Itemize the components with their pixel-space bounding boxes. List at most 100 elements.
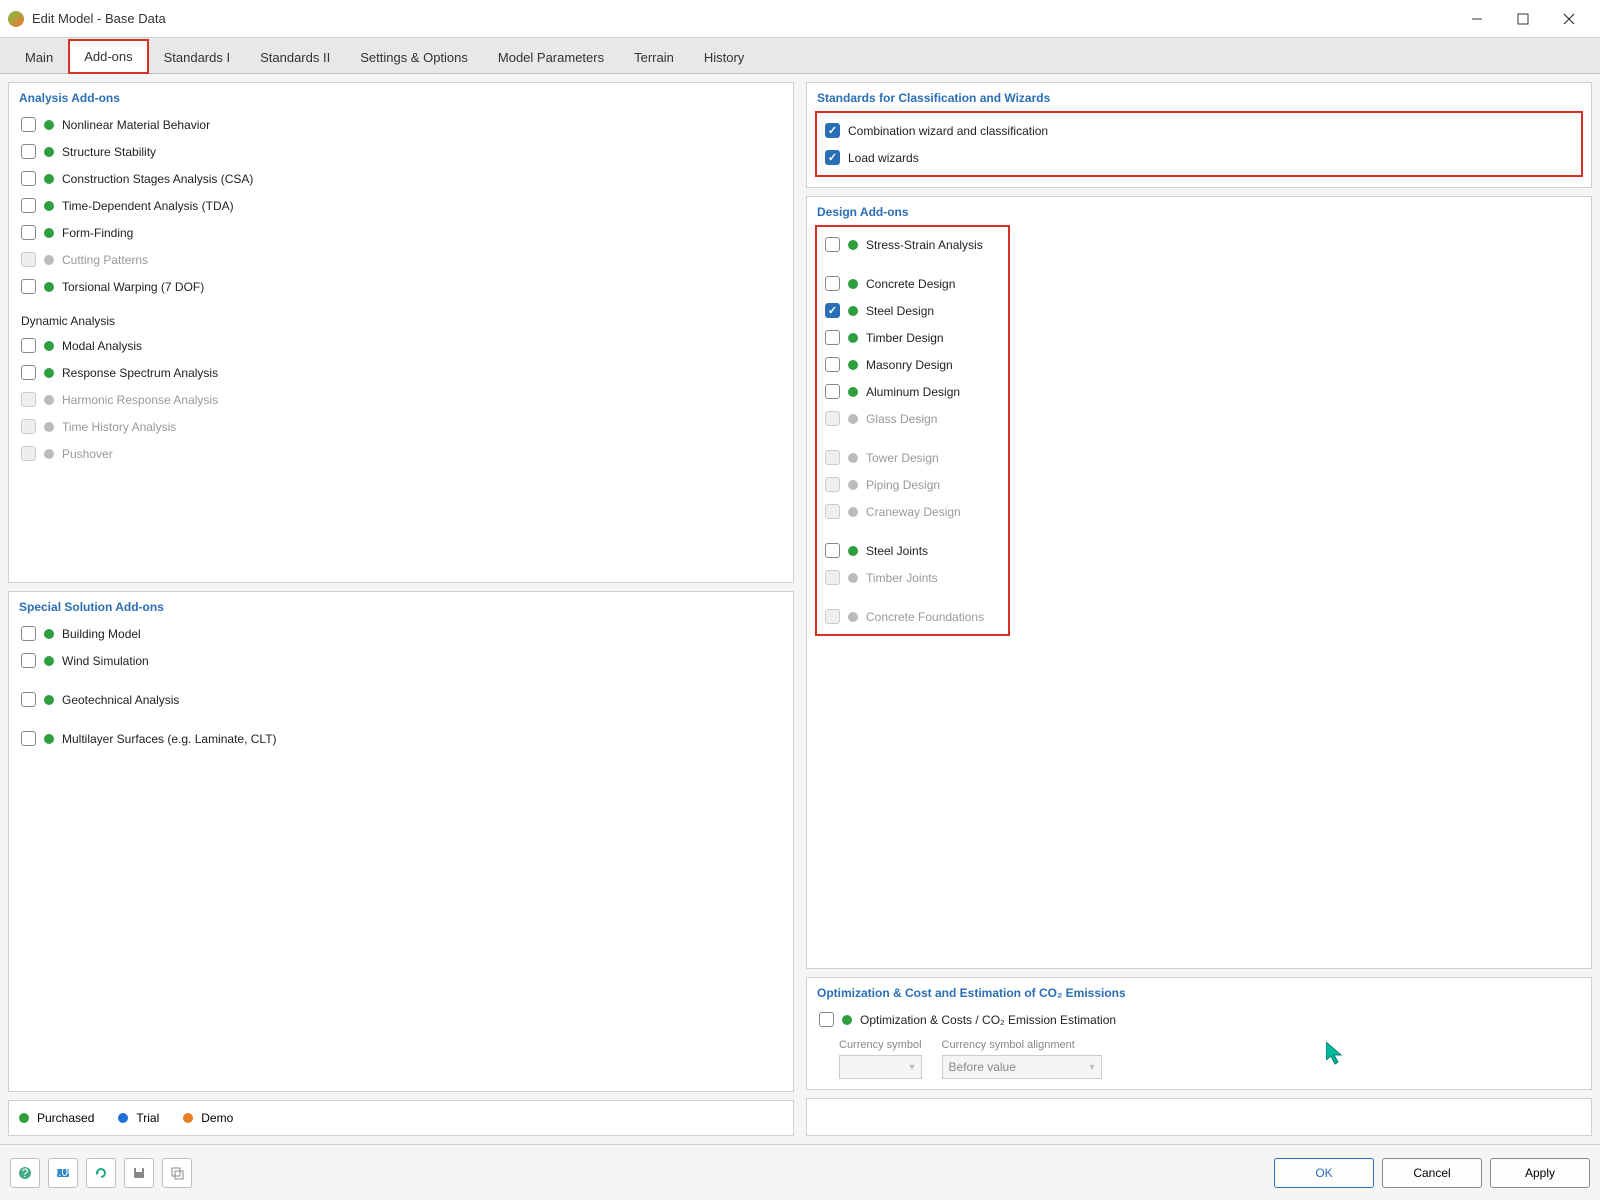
ok-button[interactable]: OK (1274, 1158, 1374, 1188)
label-timber: Timber Design (866, 331, 944, 345)
chk-cutting (21, 252, 36, 267)
tab-main[interactable]: Main (10, 41, 68, 73)
status-dot (848, 480, 858, 490)
titlebar: Edit Model - Base Data (0, 0, 1600, 38)
currency-select[interactable]: ▾ (839, 1055, 922, 1079)
close-button[interactable] (1546, 4, 1592, 34)
status-dot (848, 279, 858, 289)
chk-concrete[interactable] (825, 276, 840, 291)
status-dot (842, 1015, 852, 1025)
label-concrete: Concrete Design (866, 277, 955, 291)
refresh-icon[interactable] (86, 1158, 116, 1188)
chk-modal[interactable] (21, 338, 36, 353)
svg-text:?: ? (22, 1166, 29, 1180)
label-aluminum: Aluminum Design (866, 385, 960, 399)
label-foundations: Concrete Foundations (866, 610, 984, 624)
label-stress: Stress-Strain Analysis (866, 238, 983, 252)
chk-load-wizards[interactable] (825, 150, 840, 165)
panel-analysis-addons: Analysis Add-ons Nonlinear Material Beha… (8, 82, 794, 583)
label-tda: Time-Dependent Analysis (TDA) (62, 199, 234, 213)
label-csa: Construction Stages Analysis (CSA) (62, 172, 253, 186)
chk-tda[interactable] (21, 198, 36, 213)
label-torsional: Torsional Warping (7 DOF) (62, 280, 204, 294)
chk-multilayer[interactable] (21, 731, 36, 746)
legend-purchased: Purchased (37, 1111, 94, 1125)
status-dot (44, 449, 54, 459)
panel-special-solution: Special Solution Add-ons Building Model … (8, 591, 794, 1092)
tab-addons[interactable]: Add-ons (68, 39, 148, 74)
status-dot (848, 360, 858, 370)
status-dot (44, 255, 54, 265)
legend: Purchased Trial Demo (8, 1100, 794, 1136)
status-dot (848, 573, 858, 583)
alignment-select[interactable]: Before value▾ (942, 1055, 1102, 1079)
status-dot (44, 734, 54, 744)
tab-bar: Main Add-ons Standards I Standards II Se… (0, 38, 1600, 74)
svg-text:0.00: 0.00 (55, 1165, 71, 1179)
chevron-down-icon: ▾ (1090, 1062, 1095, 1073)
chk-building[interactable] (21, 626, 36, 641)
label-steel: Steel Design (866, 304, 934, 318)
chk-stress[interactable] (825, 237, 840, 252)
label-cutting: Cutting Patterns (62, 253, 148, 267)
label-response: Response Spectrum Analysis (62, 366, 218, 380)
tab-standards2[interactable]: Standards II (245, 41, 345, 73)
chk-geo[interactable] (21, 692, 36, 707)
chk-form[interactable] (21, 225, 36, 240)
label-modal: Modal Analysis (62, 339, 142, 353)
tab-model-parameters[interactable]: Model Parameters (483, 41, 619, 73)
chk-steel[interactable] (825, 303, 840, 318)
legend-demo: Demo (201, 1111, 233, 1125)
chk-timberjoints (825, 570, 840, 585)
chk-aluminum[interactable] (825, 384, 840, 399)
copy-icon[interactable] (162, 1158, 192, 1188)
label-form: Form-Finding (62, 226, 133, 240)
maximize-button[interactable] (1500, 4, 1546, 34)
chk-optimization[interactable] (819, 1012, 834, 1027)
chk-csa[interactable] (21, 171, 36, 186)
label-tower: Tower Design (866, 451, 939, 465)
chk-nonlinear[interactable] (21, 117, 36, 132)
chk-wind[interactable] (21, 653, 36, 668)
label-building: Building Model (62, 627, 141, 641)
chk-torsional[interactable] (21, 279, 36, 294)
label-piping: Piping Design (866, 478, 940, 492)
label-harmonic: Harmonic Response Analysis (62, 393, 218, 407)
label-wind: Wind Simulation (62, 654, 149, 668)
apply-button[interactable]: Apply (1490, 1158, 1590, 1188)
tab-history[interactable]: History (689, 41, 759, 73)
minimize-button[interactable] (1454, 4, 1500, 34)
chk-timber[interactable] (825, 330, 840, 345)
status-dot (44, 656, 54, 666)
chk-response[interactable] (21, 365, 36, 380)
status-dot (44, 629, 54, 639)
label-combo-wizard: Combination wizard and classification (848, 124, 1048, 138)
optimization-title: Optimization & Cost and Estimation of CO… (815, 984, 1583, 1006)
status-dot (44, 228, 54, 238)
tab-settings[interactable]: Settings & Options (345, 41, 483, 73)
status-dot (848, 333, 858, 343)
label-steeljoints: Steel Joints (866, 544, 928, 558)
chk-masonry[interactable] (825, 357, 840, 372)
status-dot (848, 240, 858, 250)
window-title: Edit Model - Base Data (32, 11, 1454, 26)
label-geo: Geotechnical Analysis (62, 693, 179, 707)
chk-harmonic (21, 392, 36, 407)
help-icon[interactable]: ? (10, 1158, 40, 1188)
chk-combo-wizard[interactable] (825, 123, 840, 138)
currency-label: Currency symbol (839, 1039, 922, 1051)
chk-stability[interactable] (21, 144, 36, 159)
status-dot (44, 201, 54, 211)
chk-steeljoints[interactable] (825, 543, 840, 558)
cancel-button[interactable]: Cancel (1382, 1158, 1482, 1188)
chk-foundations (825, 609, 840, 624)
label-stability: Structure Stability (62, 145, 156, 159)
panel-optimization: Optimization & Cost and Estimation of CO… (806, 977, 1592, 1090)
label-load-wizards: Load wizards (848, 151, 919, 165)
legend-dot-trial (118, 1113, 128, 1123)
units-icon[interactable]: 0.00 (48, 1158, 78, 1188)
status-dot (44, 147, 54, 157)
tab-terrain[interactable]: Terrain (619, 41, 689, 73)
save-icon[interactable] (124, 1158, 154, 1188)
tab-standards1[interactable]: Standards I (149, 41, 246, 73)
